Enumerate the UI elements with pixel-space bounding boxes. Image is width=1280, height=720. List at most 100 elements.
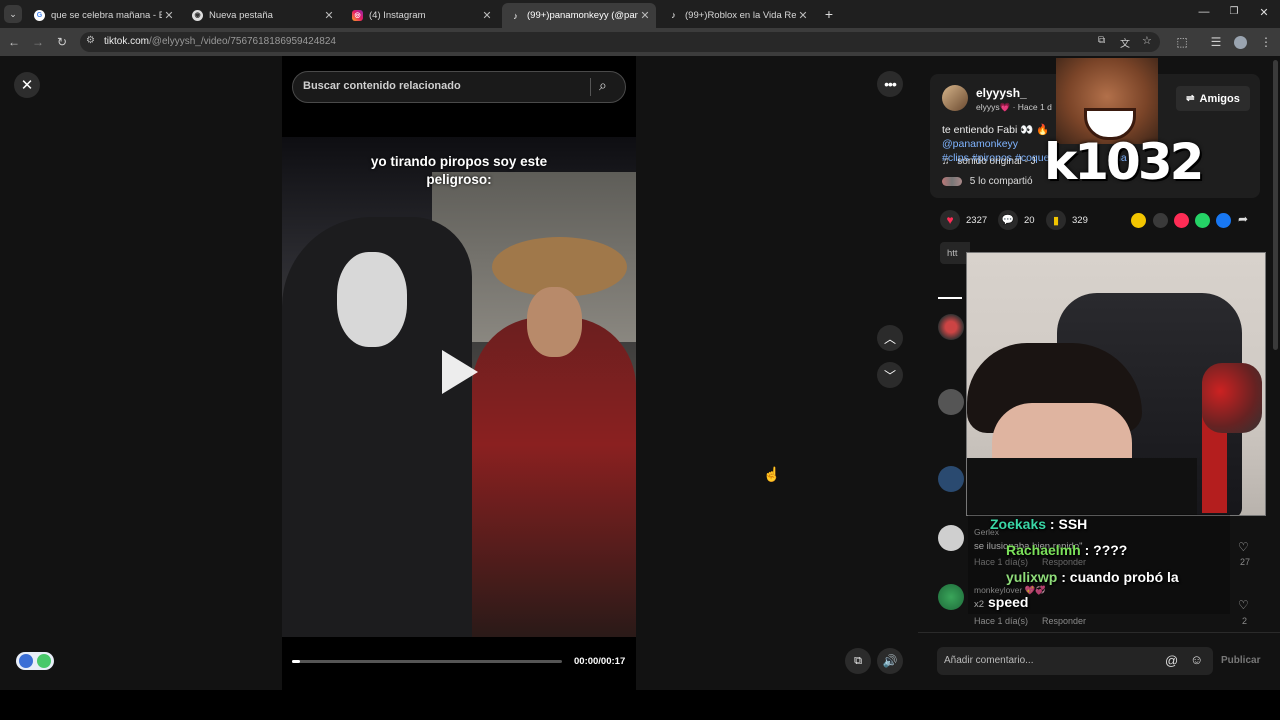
previous-video-button[interactable]: ︿: [877, 325, 903, 351]
cast-icon[interactable]: ⧉: [1098, 35, 1105, 46]
tab-google-search[interactable]: G que se celebra mañana - Buscar ✕: [26, 4, 180, 26]
url-path: /@elyyysh_/video/7567618186959424824: [149, 36, 336, 47]
search-icon[interactable]: ⌕: [599, 77, 607, 94]
volume-button[interactable]: 🔊: [877, 648, 903, 674]
search-divider: [590, 78, 591, 96]
bookmark-star-icon[interactable]: ☆: [1142, 34, 1152, 47]
close-tab-icon[interactable]: ✕: [480, 9, 494, 22]
pip-button[interactable]: ⧉: [845, 648, 871, 674]
caption-line-2: peligroso:: [426, 172, 492, 187]
send-share-icon[interactable]: [1174, 213, 1189, 228]
restore-button[interactable]: ❐: [1226, 6, 1242, 17]
tab-title: que se celebra mañana - Buscar: [51, 9, 162, 21]
author-avatar[interactable]: [942, 85, 968, 111]
meme-sticker: [1056, 58, 1158, 144]
tab-search-button[interactable]: ⌄: [4, 5, 22, 23]
chat-user: yulixwp: [1006, 569, 1058, 585]
like-action[interactable]: ♥ 2327: [940, 210, 987, 230]
save-count: 329: [1072, 214, 1088, 226]
mention-icon[interactable]: @: [1165, 653, 1178, 668]
author-username[interactable]: elyyysh_: [976, 86, 1027, 100]
profile-avatar[interactable]: [1234, 36, 1247, 49]
app-icon: [19, 654, 33, 668]
chat-user: Zoekaks: [990, 516, 1047, 532]
comment-avatar[interactable]: [938, 389, 964, 415]
coin-share-icon[interactable]: [1131, 213, 1146, 228]
close-tab-icon[interactable]: ✕: [322, 9, 336, 22]
tab-title: Nueva pestaña: [209, 9, 273, 21]
bookmark-icon: ▮: [1046, 210, 1066, 230]
chat-text: speed: [988, 594, 1029, 610]
tab-strip: ⌄ G que se celebra mañana - Buscar ✕ ◉ N…: [0, 0, 1280, 28]
save-action[interactable]: ▮ 329: [1046, 210, 1088, 230]
video-caption: yo tirando piropos soy este peligroso:: [282, 153, 636, 189]
tab-panamonkeyy[interactable]: ♪ (99+)panamonkeyy (@panamonkeyy) ✕: [502, 3, 656, 28]
reply-button[interactable]: Responder: [1042, 616, 1086, 626]
close-tab-icon[interactable]: ✕: [796, 9, 810, 22]
friends-button[interactable]: ⇌ Amigos: [1176, 86, 1250, 111]
comment-icon: 💬: [998, 210, 1018, 230]
comment-avatar[interactable]: [938, 466, 964, 492]
comment-like-count: 2: [1242, 616, 1248, 626]
close-video-button[interactable]: ✕: [14, 72, 40, 98]
comment-like-icon[interactable]: ♡: [1238, 540, 1249, 554]
panel-scrollbar[interactable]: [1273, 60, 1278, 350]
site-info-icon[interactable]: ⚙: [86, 35, 95, 46]
comment-avatar[interactable]: [938, 525, 964, 551]
address-bar[interactable]: ⚙ tiktok.com/@elyyysh_/video/75676181869…: [80, 32, 1160, 52]
status-icon: [37, 654, 51, 668]
comment-placeholder: Añadir comentario...: [944, 655, 1034, 666]
music-note-icon: ♫: [942, 156, 950, 167]
tab-instagram[interactable]: ◎ (4) Instagram ✕: [344, 4, 498, 26]
link-text: htt: [947, 248, 958, 259]
emoji-icon[interactable]: ☺: [1190, 652, 1203, 667]
comment-action[interactable]: 💬 20: [998, 210, 1035, 230]
person-shirt: [967, 458, 1197, 515]
video-progress-fill: [292, 660, 301, 663]
back-icon[interactable]: ←: [6, 35, 22, 49]
comment-like-icon[interactable]: ♡: [1238, 598, 1249, 612]
heart-icon: ♥: [940, 210, 960, 230]
google-icon: G: [34, 9, 45, 21]
comment-avatar[interactable]: [938, 314, 964, 340]
video-player[interactable]: yo tirando piropos soy este peligroso:: [282, 137, 636, 637]
whatsapp-icon[interactable]: [1195, 213, 1210, 228]
related-search-input[interactable]: Buscar contenido relacionado ⌕: [292, 71, 626, 103]
new-tab-button[interactable]: +: [820, 5, 838, 23]
close-tab-icon[interactable]: ✕: [638, 9, 652, 22]
webcam-overlay: [966, 252, 1266, 516]
extensions-icon[interactable]: ⬚: [1174, 35, 1190, 49]
next-video-button[interactable]: ﹀: [877, 362, 903, 388]
tiktok-icon: ♪: [513, 10, 518, 21]
embed-icon[interactable]: [1153, 213, 1168, 228]
tab-roblox[interactable]: ♪ (99+)Roblox en la Vida Real: Da ✕: [660, 4, 814, 26]
tab-title: (4) Instagram: [369, 9, 426, 21]
facebook-icon[interactable]: [1216, 213, 1231, 228]
caption-line-1: yo tirando piropos soy este: [370, 154, 548, 169]
chat-user: Rachaelmh: [1006, 542, 1081, 558]
comment-input[interactable]: Añadir comentario... @ ☺: [937, 647, 1213, 675]
sound-row[interactable]: ♫ sonido original - J: [942, 156, 1036, 167]
tab-title: (99+)Roblox en la Vida Real: Da: [685, 9, 796, 21]
author-nickname-line: elyyys💗 · Hace 1 d: [976, 102, 1052, 113]
chat-message: Zoekaks : SSH: [990, 516, 1087, 532]
publish-button[interactable]: Publicar: [1221, 655, 1260, 666]
share-arrow-icon[interactable]: ➦: [1238, 212, 1248, 226]
plush-toys: [1202, 363, 1262, 433]
sound-label: sonido original - J: [957, 156, 1036, 167]
app-download-badge[interactable]: [16, 652, 54, 670]
comment-avatar[interactable]: [938, 584, 964, 610]
mention-link[interactable]: @panamonkeyy: [942, 138, 1018, 150]
play-icon[interactable]: [442, 350, 478, 394]
menu-kebab-icon[interactable]: ⋮: [1258, 35, 1274, 49]
translate-icon[interactable]: 文: [1120, 35, 1130, 50]
reload-icon[interactable]: ↻: [54, 35, 70, 49]
media-controls-icon[interactable]: ☰: [1208, 35, 1224, 49]
close-tab-icon[interactable]: ✕: [162, 9, 176, 22]
minimize-button[interactable]: —: [1196, 6, 1212, 18]
video-progress-bar[interactable]: [292, 660, 562, 663]
close-window-button[interactable]: ✕: [1256, 6, 1272, 19]
more-options-button[interactable]: •••: [877, 71, 903, 97]
forward-icon[interactable]: →: [30, 35, 46, 49]
tab-new-tab[interactable]: ◉ Nueva pestaña ✕: [184, 4, 340, 26]
